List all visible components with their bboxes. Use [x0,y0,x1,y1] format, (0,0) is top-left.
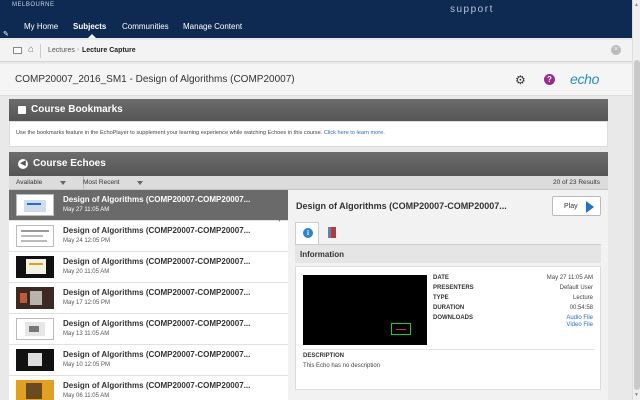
sort-filter[interactable]: Most Recent [83,179,120,186]
scroll-down-icon[interactable]: ▼ [634,392,639,398]
echo-list: Design of Algorithms (COMP20007-COMP2000… [9,190,288,400]
echo-thumbnail [16,380,54,400]
play-button[interactable]: Play [552,196,601,216]
breadcrumb: ⌂ Lectures › Lecture Capture × [0,40,632,62]
date-key: DATE [433,275,449,281]
echo-title: Design of Algorithms (COMP20007-COMP2000… [63,226,251,235]
echo-list-item[interactable]: Design of Algorithms (COMP20007-COMP2000… [9,283,288,314]
echo-list-item[interactable]: Design of Algorithms (COMP20007-COMP2000… [9,376,288,400]
breadcrumb-lecture-capture: Lecture Capture [82,47,136,54]
tab-bookmarks[interactable] [321,222,343,244]
echo-title: Design of Algorithms (COMP20007-COMP2000… [63,257,251,266]
echo-date: May 20 11:05 AM [63,269,110,275]
result-count: 20 of 23 Results [553,179,600,186]
description-key: DESCRIPTION [303,353,345,359]
breadcrumb-divider [40,44,41,58]
date-value: May 27 11:05 AM [546,275,593,281]
info-icon: i [303,228,313,238]
availability-filter[interactable]: Available [16,179,42,186]
echo-list-item[interactable]: Design of Algorithms (COMP20007-COMP2000… [9,221,288,252]
brand-logo[interactable]: MELBOURNE [12,2,55,8]
presenters-key: PRESENTERS [433,285,474,291]
tab-information[interactable]: i [295,222,319,244]
description-divider [303,349,595,350]
video-preview-line [396,329,406,330]
type-value: Lecture [572,295,593,301]
learn-more-link[interactable]: Click here to learn more. [324,130,385,136]
echo-detail-panel: Design of Algorithms (COMP20007-COMP2000… [288,190,608,400]
echo-thumbnail [16,194,54,216]
bookmarks-text: Use the bookmarks feature in the EchoPla… [16,130,323,136]
nav-communities[interactable]: Communities [122,22,169,31]
echo-title: Design of Algorithms (COMP20007-COMP2000… [63,195,251,204]
video-preview-marker [391,323,411,335]
echo-title: Design of Algorithms (COMP20007-COMP2000… [63,350,251,359]
bookmark-icon [328,227,336,238]
page-title: COMP20007_2016_SM1 - Design of Algorithm… [15,74,295,85]
course-bookmarks-header: Course Bookmarks [9,99,608,121]
audio-file-link[interactable]: Audio File [566,315,593,321]
echo-date: May 13 11:05 AM [63,331,110,337]
echo-date: May 10 12:05 PM [63,362,111,368]
echo-date: May 17 12:05 PM [63,300,111,306]
bookmark-panel-icon [18,106,26,114]
course-bookmarks-title: Course Bookmarks [31,104,123,115]
echo-list-item[interactable]: Design of Algorithms (COMP20007-COMP2000… [9,345,288,376]
chevron-down-icon[interactable] [137,181,143,185]
echo-date: May 27 11:05 AM [63,207,110,213]
chevron-down-icon[interactable] [60,181,66,185]
course-echoes-title: Course Echoes [33,158,106,169]
course-bookmarks-body: Use the bookmarks feature in the EchoPla… [9,121,608,147]
duration-key: DURATION [433,305,465,311]
breadcrumb-separator-icon: › [77,47,79,53]
information-header: Information [295,244,601,263]
echo-thumbnail [16,256,54,278]
echo-list-item[interactable]: Design of Algorithms (COMP20007-COMP2000… [9,190,288,221]
nav-my-home[interactable]: My Home [24,22,58,31]
pencil-icon[interactable]: ✎ [3,30,9,38]
nav-subjects[interactable]: Subjects [73,22,106,31]
echo-title: Design of Algorithms (COMP20007-COMP2000… [63,381,251,390]
echo-date: May 06 11:05 AM [63,393,110,399]
play-button-label: Play [564,203,578,210]
information-card: DATE May 27 11:05 AM PRESENTERS Default … [295,266,601,390]
echo-logo: echo [570,71,600,87]
echo-filter-bar: Available Most Recent 20 of 23 Results [9,176,608,190]
menu-toggle-icon[interactable] [13,47,22,54]
type-key: TYPE [433,295,449,301]
video-preview[interactable] [303,275,427,345]
detail-title: Design of Algorithms (COMP20007-COMP2000… [296,201,507,211]
echo-thumbnail [16,287,54,309]
scroll-thumb[interactable] [634,60,640,390]
close-icon[interactable]: × [611,45,621,55]
echo-thumbnail [16,349,54,371]
home-icon[interactable]: ⌂ [28,44,34,55]
video-file-link[interactable]: Video File [566,322,593,328]
scroll-up-icon[interactable]: ▲ [634,2,639,8]
echo-date: May 24 12:05 PM [63,238,111,244]
breadcrumb-lectures[interactable]: Lectures [48,47,75,54]
echo-thumbnail [16,318,54,340]
gear-icon[interactable]: ⚙ [515,73,526,87]
echo-list-item[interactable]: Design of Algorithms (COMP20007-COMP2000… [9,252,288,283]
page-scrollbar[interactable]: ▲ ▼ [632,0,640,400]
information-label: Information [300,250,344,259]
top-nav-bar: MELBOURNE support My Home Subjects Commu… [0,0,632,38]
echo-list-item[interactable]: Design of Algorithms (COMP20007-COMP2000… [9,314,288,345]
nav-active-indicator [88,34,96,38]
presenters-value: Default User [559,285,593,291]
help-icon[interactable]: ? [544,74,555,85]
page-title-bar: COMP20007_2016_SM1 - Design of Algorithm… [0,64,632,96]
support-label[interactable]: support [450,4,494,15]
echo-title: Design of Algorithms (COMP20007-COMP2000… [63,288,251,297]
echo-thumbnail [16,225,54,247]
play-icon [586,201,594,213]
echo-title: Design of Algorithms (COMP20007-COMP2000… [63,319,251,328]
description-value: This Echo has no description [303,363,381,369]
duration-value: 00:54:58 [569,305,593,311]
nav-manage-content[interactable]: Manage Content [183,22,242,31]
course-echoes-header: ◀ Course Echoes [9,152,608,176]
collapse-icon[interactable]: ◀ [18,159,28,169]
downloads-key: DOWNLOADS [433,315,473,321]
